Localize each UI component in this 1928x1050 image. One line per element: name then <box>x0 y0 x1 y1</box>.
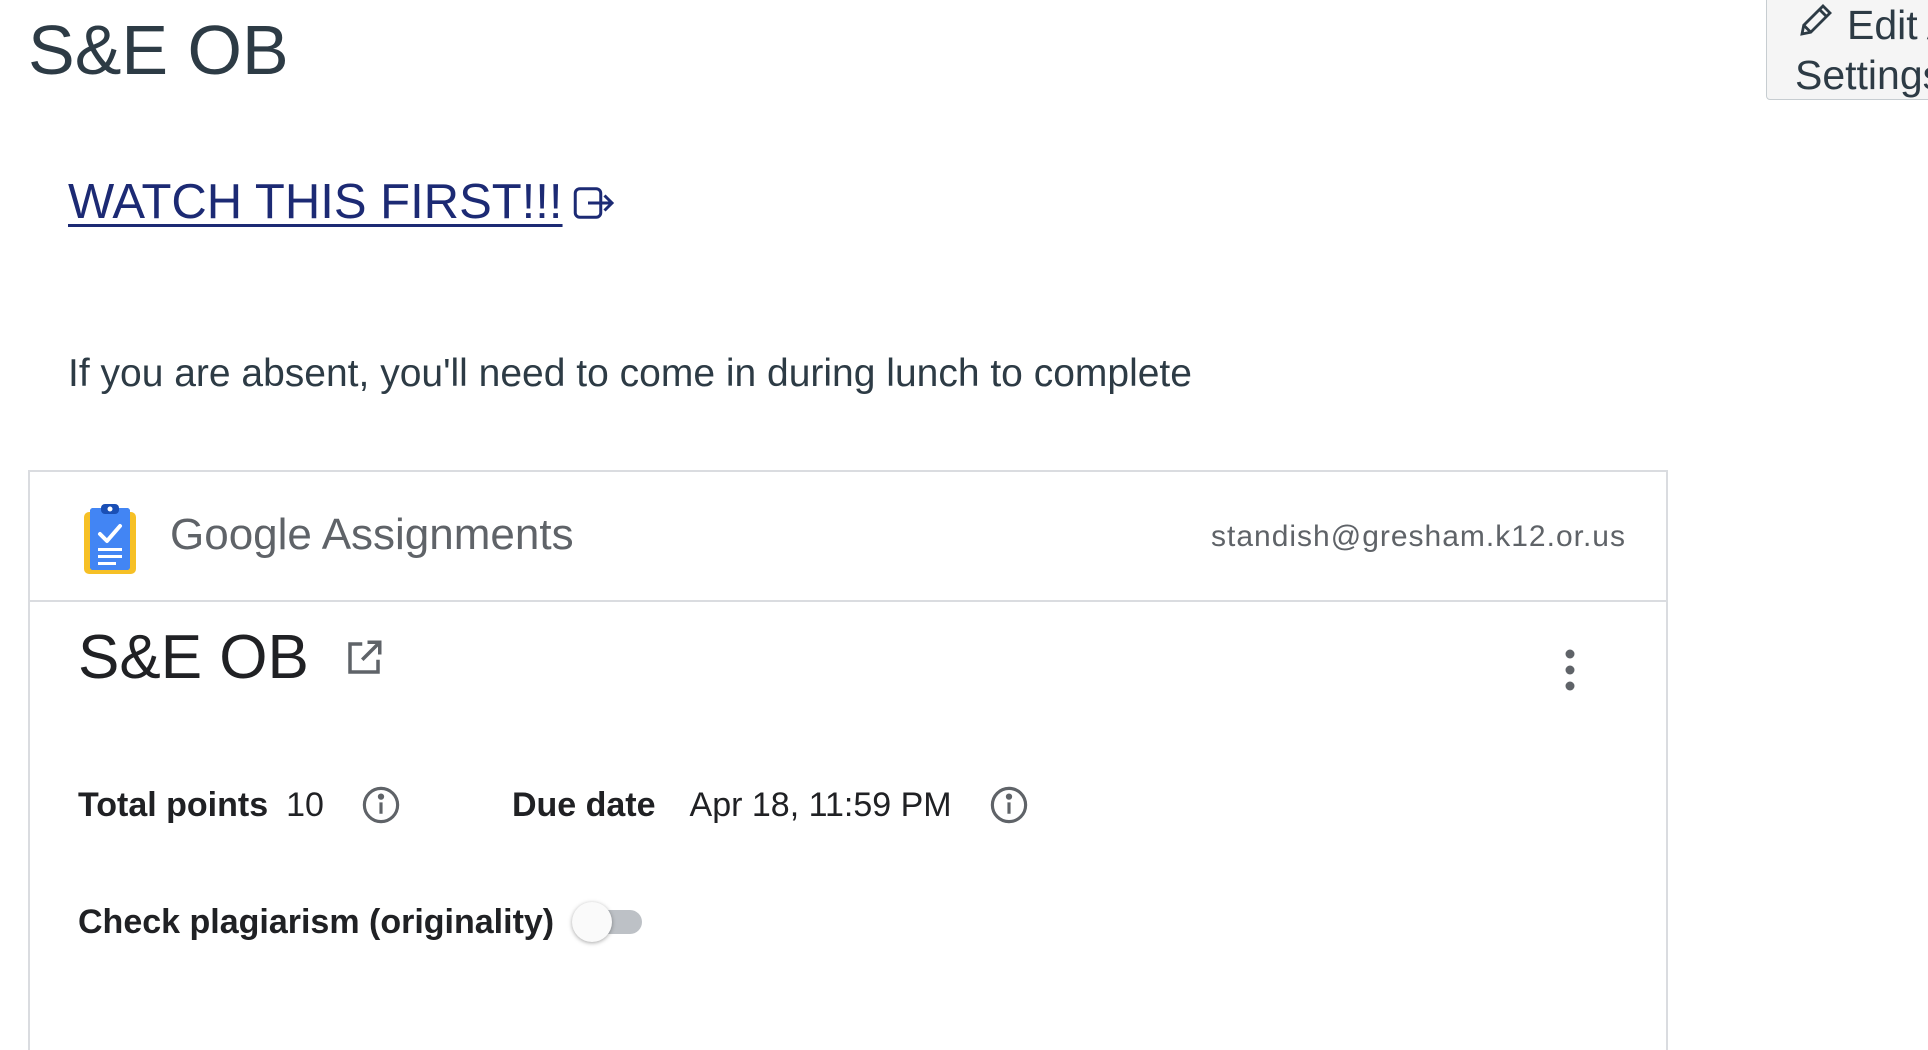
google-assignments-brand: Google Assignments <box>170 510 574 560</box>
page-title: S&E OB <box>28 11 289 89</box>
total-points-info-icon[interactable] <box>360 784 402 826</box>
edit-button-label-line1: Edit A <box>1847 2 1928 48</box>
edit-settings-button[interactable]: Edit A Settings <box>1766 0 1928 100</box>
total-points-label: Total points <box>78 785 269 824</box>
assignment-title-row: S&E OB <box>78 622 385 693</box>
account-email: standish@gresham.k12.or.us <box>1211 520 1626 553</box>
watch-this-first-link[interactable]: WATCH THIS FIRST!!! <box>68 172 615 232</box>
page: S&E OB Edit A Settings WATCH THIS FIRST!… <box>0 0 1928 1050</box>
plagiarism-toggle[interactable] <box>572 902 648 942</box>
plagiarism-row: Check plagiarism (originality) <box>78 902 648 942</box>
brand-product: Assignments <box>321 510 574 559</box>
google-assignments-header: Google Assignments standish@gresham.k12.… <box>30 472 1666 602</box>
edit-button-label-line2: Settings <box>1795 52 1928 98</box>
assignment-title: S&E OB <box>78 623 309 692</box>
watch-link-text: WATCH THIS FIRST!!! <box>68 175 563 229</box>
due-date-value: Apr 18, 11:59 PM <box>689 785 952 824</box>
due-date-info-icon[interactable] <box>988 784 1030 826</box>
more-options-icon[interactable] <box>1550 640 1590 700</box>
plagiarism-label: Check plagiarism (originality) <box>78 902 555 941</box>
toggle-knob <box>572 902 613 942</box>
total-points-value: 10 <box>286 785 324 824</box>
pencil-icon <box>1795 0 1837 51</box>
google-assignments-card: Google Assignments standish@gresham.k12.… <box>28 470 1668 1050</box>
google-assignments-logo-icon <box>82 504 138 576</box>
brand-google: Google <box>170 510 312 559</box>
absent-note: If you are absent, you'll need to come i… <box>68 352 1192 395</box>
external-link-icon <box>573 172 615 232</box>
due-date-label: Due date <box>511 785 656 824</box>
assignment-meta-row: Total points 10 Due date Apr 18, 11:59 P… <box>78 784 1030 826</box>
open-in-new-icon[interactable] <box>343 637 385 679</box>
